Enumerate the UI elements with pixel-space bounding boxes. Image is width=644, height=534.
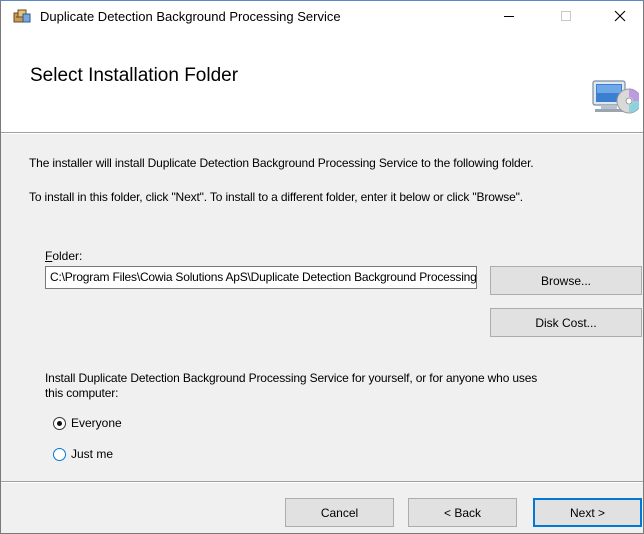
- back-button[interactable]: < Back: [408, 498, 517, 527]
- radio-everyone-label[interactable]: Everyone: [71, 416, 122, 430]
- install-scope-prompt: Install Duplicate Detection Background P…: [45, 371, 538, 385]
- install-scope-prompt-cont: this computer:: [45, 386, 119, 400]
- minimize-icon: [504, 16, 514, 17]
- radio-just-me[interactable]: Just me: [53, 447, 113, 461]
- title-bar[interactable]: Duplicate Detection Background Processin…: [1, 1, 643, 31]
- radio-just-me-label[interactable]: Just me: [71, 447, 113, 461]
- footer-separator-highlight: [1, 482, 643, 483]
- page-title: Select Installation Folder: [30, 65, 239, 86]
- folder-path-input[interactable]: C:\Program Files\Cowia Solutions ApS\Dup…: [45, 266, 477, 289]
- minimize-button[interactable]: [486, 1, 532, 31]
- radio-just-me-control[interactable]: [53, 447, 66, 461]
- installer-app-icon: [13, 9, 31, 23]
- radio-everyone[interactable]: Everyone: [53, 416, 122, 430]
- folder-label: Folder:: [45, 249, 82, 263]
- header-banner: Select Installation Folder: [1, 31, 643, 133]
- maximize-icon: [561, 11, 571, 21]
- install-instructions: To install in this folder, click "Next".…: [29, 190, 523, 204]
- header-separator: [1, 133, 643, 134]
- close-button[interactable]: [597, 1, 643, 31]
- cancel-button[interactable]: Cancel: [285, 498, 394, 527]
- next-button[interactable]: Next >: [533, 498, 642, 527]
- installer-window: Duplicate Detection Background Processin…: [0, 0, 644, 534]
- maximize-button: [543, 1, 589, 31]
- folder-label-text: older:: [52, 249, 83, 263]
- computer-disc-icon: [592, 80, 639, 114]
- close-icon: [614, 10, 626, 22]
- window-title: Duplicate Detection Background Processin…: [40, 9, 341, 24]
- radio-everyone-control[interactable]: [53, 416, 66, 430]
- browse-button[interactable]: Browse...: [490, 266, 642, 295]
- disk-cost-button[interactable]: Disk Cost...: [490, 308, 642, 337]
- install-description: The installer will install Duplicate Det…: [29, 156, 534, 170]
